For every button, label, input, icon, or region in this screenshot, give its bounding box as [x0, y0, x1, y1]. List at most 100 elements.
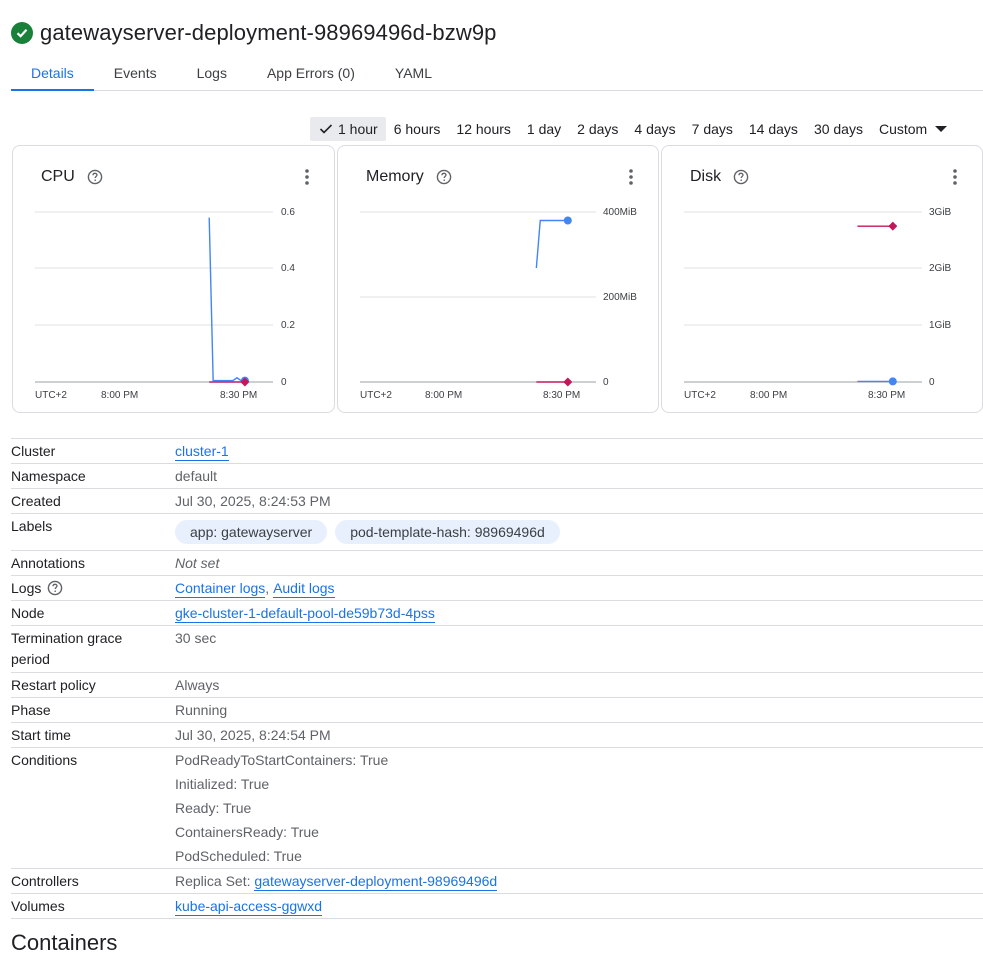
time-range-1-day[interactable]: 1 day: [519, 117, 569, 141]
container-logs-link[interactable]: Container logs: [175, 579, 266, 598]
detail-value: PodReadyToStartContainers: True Initiali…: [175, 748, 983, 868]
y-tick-label: 0: [929, 377, 935, 388]
y-tick-label: 400MiB: [603, 207, 637, 218]
time-range-7-days[interactable]: 7 days: [684, 117, 741, 141]
node-link[interactable]: gke-cluster-1-default-pool-de59b73d-4pss: [175, 604, 435, 623]
caret-down-icon: [935, 126, 948, 132]
detail-label: Created: [11, 493, 61, 509]
help-icon[interactable]: [436, 169, 452, 185]
disk-series-group: [857, 221, 898, 386]
condition-item: Ready: True: [175, 800, 252, 816]
detail-label: Restart policy: [11, 677, 96, 693]
detail-value: Jul 30, 2025, 8:24:53 PM: [175, 493, 331, 509]
help-icon[interactable]: [87, 169, 103, 185]
containers-section-heading: Containers: [11, 930, 118, 955]
detail-label: Conditions: [11, 752, 78, 768]
series-line: [208, 217, 245, 382]
cpu-series-group: [208, 217, 250, 387]
y-tick-label: 3GiB: [929, 207, 952, 218]
detail-row-node: Node gke-cluster-1-default-pool-de59b73d…: [11, 601, 983, 626]
memory-chart-title: Memory: [366, 168, 452, 186]
time-range-2-days[interactable]: 2 days: [569, 117, 626, 141]
help-icon[interactable]: [47, 580, 63, 596]
detail-value: app: gatewayserver pod-template-hash: 989…: [175, 514, 983, 550]
detail-value: default: [175, 468, 218, 484]
detail-value: cluster-1: [175, 439, 983, 463]
condition-item: ContainersReady: True: [175, 824, 319, 840]
detail-row-controllers: Controllers Replica Set: gatewayserver-d…: [11, 869, 983, 894]
tab-logs[interactable]: Logs: [177, 55, 247, 90]
detail-label: Volumes: [11, 898, 65, 914]
detail-label: Phase: [11, 702, 51, 718]
time-range-14-days[interactable]: 14 days: [741, 117, 806, 141]
detail-label: Controllers: [11, 873, 79, 889]
page-header: gatewayserver-deployment-98969496d-bzw9p: [11, 18, 497, 48]
detail-row-annotations: Annotations Not set: [11, 551, 983, 576]
series-end-marker-dot: [563, 216, 572, 225]
y-tick-label: 0: [281, 377, 287, 388]
condition-item: PodReadyToStartContainers: True: [175, 752, 389, 768]
series-end-marker-diamond: [888, 221, 898, 231]
condition-item: Initialized: True: [175, 776, 270, 792]
detail-value: Replica Set: gatewayserver-deployment-98…: [175, 869, 983, 893]
more-vert-icon[interactable]: [304, 168, 310, 191]
y-tick-label: 1GiB: [929, 320, 952, 331]
disk-chart-title: Disk: [690, 168, 749, 186]
condition-item: PodScheduled: True: [175, 848, 302, 864]
more-vert-icon[interactable]: [628, 168, 634, 191]
help-icon[interactable]: [733, 169, 749, 185]
detail-row-termination-grace: Termination grace period 30 sec: [11, 626, 983, 673]
time-range-1-hour[interactable]: 1 hour: [310, 117, 386, 141]
x-tick-label: UTC+2: [35, 390, 67, 401]
tab-events[interactable]: Events: [94, 55, 177, 90]
time-range-6-hours[interactable]: 6 hours: [386, 117, 449, 141]
time-range-custom-dropdown[interactable]: Custom: [871, 117, 948, 141]
cpu-chart-title: CPU: [41, 168, 103, 186]
tab-yaml[interactable]: YAML: [375, 55, 452, 90]
y-tick-label: 0.6: [281, 207, 295, 218]
detail-label-text: period: [11, 651, 50, 667]
separator: ,: [265, 580, 270, 596]
detail-label: Node: [11, 605, 45, 621]
y-tick-label: 2GiB: [929, 263, 952, 274]
detail-label: Namespace: [11, 468, 86, 484]
detail-value: Jul 30, 2025, 8:24:54 PM: [175, 727, 331, 743]
check-icon: [319, 123, 333, 135]
audit-logs-link[interactable]: Audit logs: [273, 579, 335, 598]
detail-row-created: Created Jul 30, 2025, 8:24:53 PM: [11, 489, 983, 514]
cpu-chart: 0.6 0.4 0.2 0 UTC+2 8:00 PM 8:30 PM: [35, 207, 295, 401]
time-range-12-hours[interactable]: 12 hours: [448, 117, 518, 141]
disk-chart: 3GiB 2GiB 1GiB 0 UTC+2 8:00 PM 8:30 PM: [684, 207, 952, 401]
volume-link[interactable]: kube-api-access-ggwxd: [175, 897, 323, 916]
detail-value: Running: [175, 702, 228, 718]
detail-row-volumes: Volumes kube-api-access-ggwxd: [11, 894, 983, 919]
x-tick-label: 8:30 PM: [868, 390, 905, 401]
time-range-4-days[interactable]: 4 days: [626, 117, 683, 141]
label-chip: app: gatewayserver: [175, 520, 328, 544]
tab-details[interactable]: Details: [11, 55, 94, 91]
replica-set-link[interactable]: gatewayserver-deployment-98969496d: [254, 872, 498, 891]
detail-value: 30 sec: [175, 630, 217, 646]
y-tick-label: 0: [603, 377, 609, 388]
detail-row-restart-policy: Restart policy Always: [11, 673, 983, 698]
chart-title-text: CPU: [41, 168, 75, 185]
x-tick-label: UTC+2: [360, 390, 392, 401]
x-tick-label: 8:00 PM: [425, 390, 462, 401]
series-end-marker-diamond: [563, 377, 573, 387]
detail-value: kube-api-access-ggwxd: [175, 894, 983, 918]
detail-label-text: Termination grace: [11, 630, 123, 646]
detail-label: Labels: [11, 518, 53, 534]
page-title: gatewayserver-deployment-98969496d-bzw9p: [40, 20, 497, 45]
time-range-30-days[interactable]: 30 days: [806, 117, 871, 141]
tab-app-errors[interactable]: App Errors (0): [247, 55, 375, 90]
detail-row-labels: Labels app: gatewayserver pod-template-ha…: [11, 514, 983, 551]
disk-chart-card: 3GiB 2GiB 1GiB 0 UTC+2 8:00 PM 8:30 PM D…: [661, 145, 983, 413]
detail-row-cluster: Cluster cluster-1: [11, 439, 983, 464]
controller-prefix: Replica Set:: [175, 873, 251, 889]
series-line: [535, 219, 568, 269]
cluster-link[interactable]: cluster-1: [175, 442, 229, 461]
more-vert-icon[interactable]: [952, 168, 958, 191]
x-tick-label: UTC+2: [684, 390, 716, 401]
detail-row-conditions: Conditions PodReadyToStartContainers: Tr…: [11, 748, 983, 869]
detail-row-start-time: Start time Jul 30, 2025, 8:24:54 PM: [11, 723, 983, 748]
